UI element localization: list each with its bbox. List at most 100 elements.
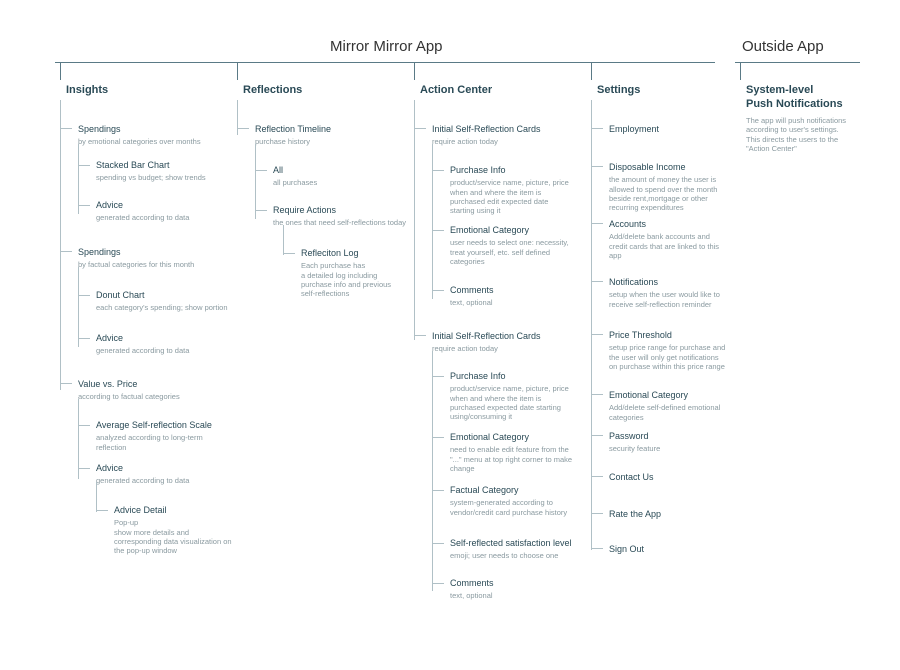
node-factual-category: Factual Category system-generated accord… [444,481,579,523]
h-ec2 [432,437,444,438]
node-purchase-info-2: Purchase Info product/service name, pict… [444,367,579,428]
d: Pop-up show more details and correspondi… [114,518,232,556]
app-title-outside: Outside App [742,38,824,55]
h-pi1 [432,170,444,171]
d: text, optional [450,591,573,600]
h-advice1 [78,205,90,206]
d: according to factual categories [78,392,216,401]
node-settings-emotional-category: Emotional Category Add/delete self-defin… [603,386,733,428]
d: purchase history [255,137,393,146]
t: Rate the App [609,509,727,520]
d: Add/delete self-defined emotional catego… [609,403,727,422]
h-ssl [432,543,444,544]
t: Advice [96,200,224,211]
d: by factual categories for this month [78,260,216,269]
d: spending vs budget; show trends [96,173,224,182]
t: Advice [96,463,224,474]
node-spendings-emotional: Spendings by emotional categories over m… [72,120,222,153]
t: Require Actions [273,205,411,216]
h-avgscale [78,425,90,426]
h-signout [591,548,603,549]
h-advice2 [78,338,90,339]
h-accounts [591,223,603,224]
spine-insights [60,100,61,390]
t: Advice [96,333,224,344]
node-price-threshold: Price Threshold setup price range for pu… [603,326,733,377]
d: generated according to data [96,476,224,485]
h-password [591,435,603,436]
spine-timeline [255,144,256,219]
h-donut [78,295,90,296]
d: system-generated according to vendor/cre… [450,498,573,517]
d: the ones that need self-reflections toda… [273,218,411,227]
h-comments2 [432,583,444,584]
t: Reflection Timeline [255,124,393,135]
rule-main [55,62,715,63]
app-title-main: Mirror Mirror App [330,38,443,55]
node-employment: Employment [603,120,733,141]
t: Disposable Income [609,162,727,173]
node-initial-cards-1: Initial Self-Reflection Cards require ac… [426,120,576,153]
t: Employment [609,124,727,135]
t: Purchase Info [450,165,573,176]
node-rate-app: Rate the App [603,505,733,526]
node-contact-us: Contact Us [603,468,733,489]
node-stacked-bar: Stacked Bar Chart spending vs budget; sh… [90,156,230,189]
t: Notifications [609,277,727,288]
d: require action today [432,344,570,353]
d: all purchases [273,178,401,187]
t: Sign Out [609,544,727,555]
h-employment [591,128,603,129]
t: Emotional Category [450,432,573,443]
spine-require [283,225,284,255]
section-reflections: Reflections [243,84,302,96]
h-rate [591,513,603,514]
h-spendings1 [60,128,72,129]
node-emotional-category-2: Emotional Category need to enable edit f… [444,428,579,479]
push-desc-text: The app will push notifications accordin… [746,116,854,154]
h-pi2 [432,376,444,377]
t: Factual Category [450,485,573,496]
d: product/service name, picture, price whe… [450,178,573,216]
t: Price Threshold [609,330,727,341]
h-emo-cat [591,394,603,395]
h-require [255,210,267,211]
node-advice-2: Advice generated according to data [90,329,230,362]
d: product/service name, picture, price whe… [450,384,573,422]
t: All [273,165,401,176]
h-stacked [78,165,90,166]
t: Average Self-reflection Scale [96,420,234,431]
section-insights: Insights [66,84,108,96]
section-action-center: Action Center [420,84,492,96]
spine-initial2 [432,351,433,591]
h-initial2 [414,335,426,336]
h-income [591,166,603,167]
d: setup price range for purchase and the u… [609,343,727,371]
t: Stacked Bar Chart [96,160,224,171]
h-notifications [591,281,603,282]
spine-settings [591,100,592,550]
node-disposable-income: Disposable Income the amount of money th… [603,158,733,219]
d: by emotional categories over months [78,137,216,146]
diagram-canvas: Mirror Mirror App Outside App Insights R… [0,0,900,670]
h-advicedetail [96,510,108,511]
node-advice-detail: Advice Detail Pop-up show more details a… [108,501,238,562]
node-advice-1: Advice generated according to data [90,196,230,229]
t: Spendings [78,124,216,135]
d: need to enable edit feature from the "..… [450,445,573,473]
h-all [255,170,267,171]
spine-reflections [237,100,238,135]
tick-insights [60,62,61,80]
t: Initial Self-Reflection Cards [432,331,570,342]
node-purchase-info-1: Purchase Info product/service name, pict… [444,161,579,222]
node-sign-out: Sign Out [603,540,733,561]
h-fc [432,490,444,491]
node-notifications: Notifications setup when the user would … [603,273,733,315]
node-password: Password security feature [603,427,733,460]
node-reflection-log: Refleciton Log Each purchase has a detai… [295,244,405,305]
h-advice3 [78,468,90,469]
t: Emotional Category [609,390,727,401]
spine-valueprice [78,399,79,479]
h-spendings2 [60,251,72,252]
h-contact [591,476,603,477]
